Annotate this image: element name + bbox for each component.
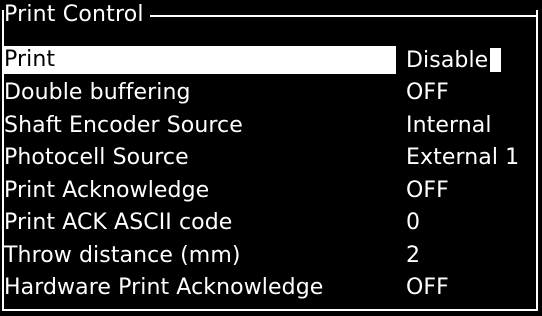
setting-row-print[interactable]: Print Disable [4, 44, 536, 77]
print-control-screen: Print Control Print Disable Double buffe… [0, 0, 542, 316]
setting-value[interactable]: 0 [406, 210, 420, 235]
setting-label: Photocell Source [4, 145, 189, 171]
setting-label: Throw distance (mm) [4, 242, 241, 268]
title-bar: Print Control [4, 0, 538, 30]
panel-border-right [536, 10, 538, 311]
setting-value[interactable]: Internal [406, 113, 492, 138]
setting-row-shaft-encoder-source[interactable]: Shaft Encoder Source Internal [4, 109, 536, 142]
screen-title: Print Control [4, 2, 150, 28]
setting-row-hardware-print-acknowledge[interactable]: Hardware Print Acknowledge OFF [4, 272, 536, 305]
setting-label: Hardware Print Acknowledge [4, 275, 324, 301]
text-cursor [490, 48, 502, 73]
setting-label: Print [4, 46, 396, 75]
setting-value[interactable]: OFF [406, 80, 449, 105]
panel-border-bottom [2, 309, 538, 311]
setting-value[interactable]: 2 [406, 243, 420, 268]
setting-row-photocell-source[interactable]: Photocell Source External 1 [4, 142, 536, 175]
settings-list: Print Disable Double buffering OFF Shaft… [4, 44, 536, 304]
title-rule [149, 15, 538, 17]
setting-value[interactable]: OFF [406, 178, 449, 203]
setting-label: Print ACK ASCII code [4, 210, 233, 236]
setting-value: Disable [406, 47, 489, 73]
setting-row-double-buffering[interactable]: Double buffering OFF [4, 77, 536, 110]
setting-label: Double buffering [4, 80, 191, 106]
setting-row-print-ack-ascii-code[interactable]: Print ACK ASCII code 0 [4, 207, 536, 240]
setting-label: Shaft Encoder Source [4, 112, 243, 138]
setting-value-field[interactable]: Disable [406, 47, 502, 73]
setting-value[interactable]: OFF [406, 275, 449, 300]
setting-row-throw-distance[interactable]: Throw distance (mm) 2 [4, 239, 536, 272]
setting-row-print-acknowledge[interactable]: Print Acknowledge OFF [4, 174, 536, 207]
setting-label: Print Acknowledge [4, 177, 210, 203]
setting-value[interactable]: External 1 [406, 145, 519, 170]
